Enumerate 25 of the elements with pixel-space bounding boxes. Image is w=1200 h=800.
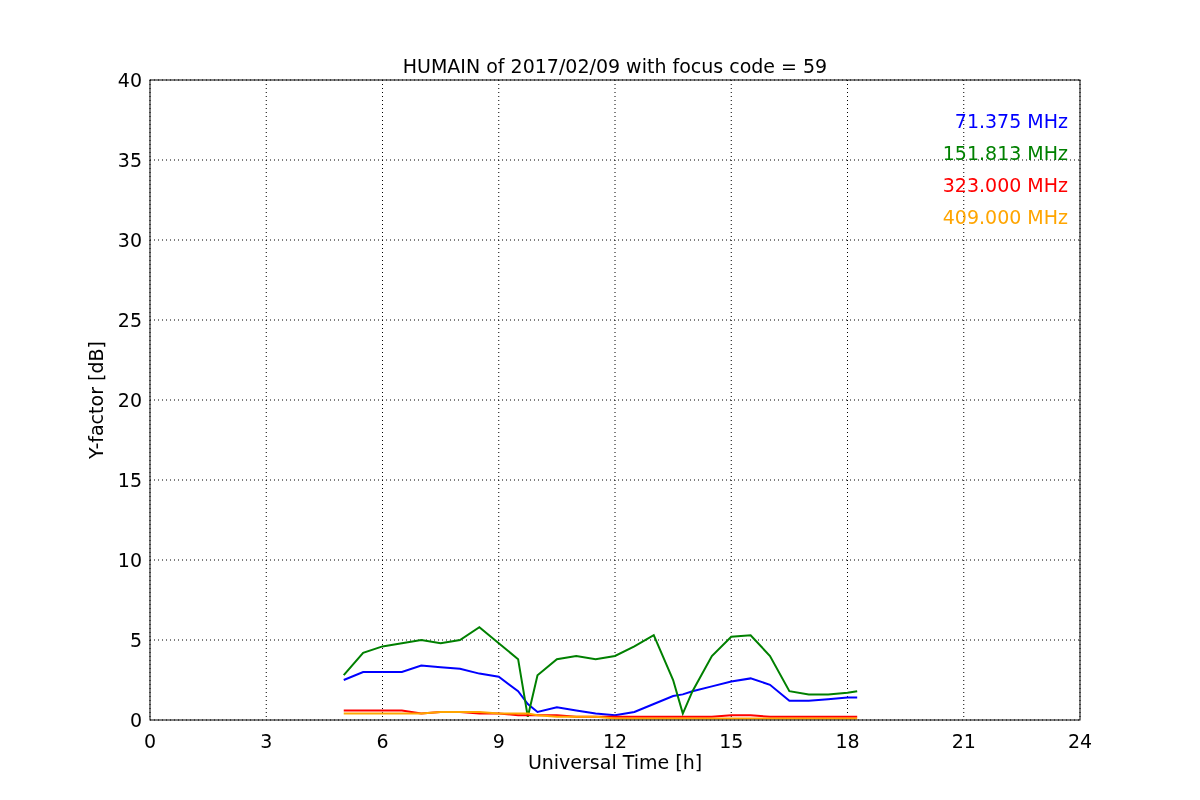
legend-label: 409.000 MHz [942, 206, 1068, 228]
x-tick-label: 24 [1067, 730, 1093, 752]
y-axis-label: Y-factor [dB] [85, 341, 107, 459]
y-tick-label: 35 [117, 149, 142, 171]
y-tick-label: 40 [117, 69, 142, 91]
x-tick-label: 9 [492, 730, 505, 752]
x-tick-label: 12 [602, 730, 628, 752]
x-tick-label: 0 [143, 730, 157, 752]
legend-label: 71.375 MHz [954, 110, 1068, 132]
y-tick-label: 25 [117, 309, 142, 331]
x-tick-label: 15 [719, 730, 744, 752]
x-tick-label: 3 [260, 730, 273, 752]
y-tick-label: 0 [129, 709, 142, 731]
chart-title: HUMAIN of 2017/02/09 with focus code = 59 [402, 55, 828, 77]
y-tick-label: 5 [129, 629, 142, 651]
x-axis-label: Universal Time [h] [527, 751, 703, 773]
y-tick-label: 15 [117, 469, 142, 491]
y-tick-label: 10 [117, 549, 142, 571]
x-tick-label: 18 [835, 730, 860, 752]
legend-label: 323.000 MHz [942, 174, 1068, 196]
x-tick-label: 21 [951, 730, 976, 752]
legend-label: 151.813 MHz [942, 142, 1068, 164]
y-tick-label: 30 [117, 229, 142, 251]
y-tick-label: 20 [117, 389, 142, 411]
x-tick-label: 6 [376, 730, 389, 752]
